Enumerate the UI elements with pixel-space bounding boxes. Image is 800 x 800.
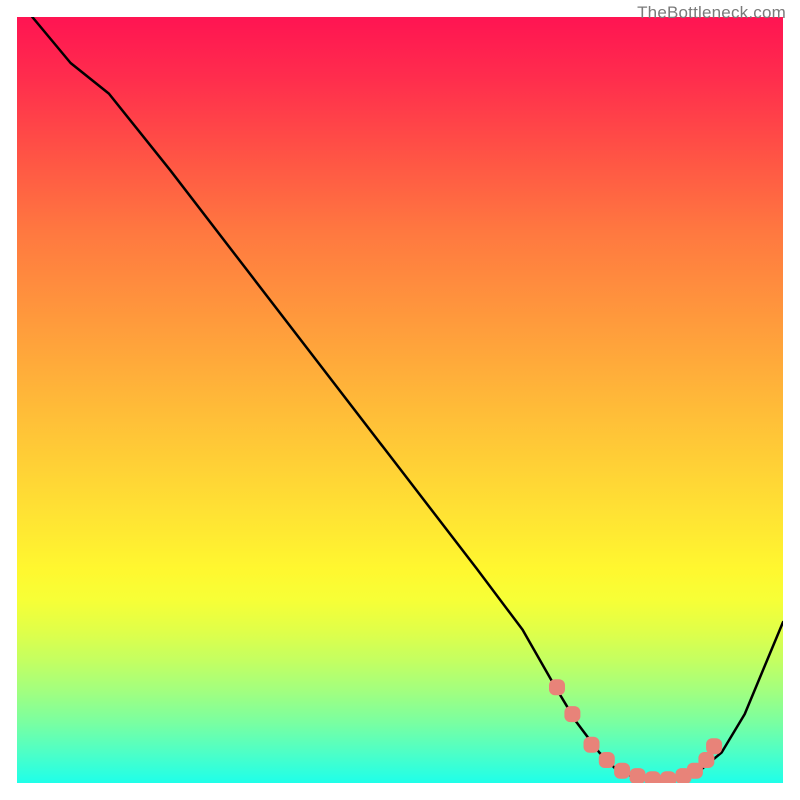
marker-dot [645,771,661,783]
marker-dot [614,763,630,779]
marker-group [549,679,722,783]
marker-dot [599,752,615,768]
marker-dot [660,771,676,783]
marker-dot [584,737,600,753]
chart-svg [17,17,783,783]
plot-area [17,17,783,783]
chart-stage: TheBottleneck.com [0,0,800,800]
marker-dot [630,768,646,783]
marker-dot [706,738,722,754]
curve-path [32,17,783,779]
marker-dot [564,706,580,722]
marker-dot [549,679,565,695]
watermark-text: TheBottleneck.com [637,3,786,23]
marker-dot [698,752,714,768]
